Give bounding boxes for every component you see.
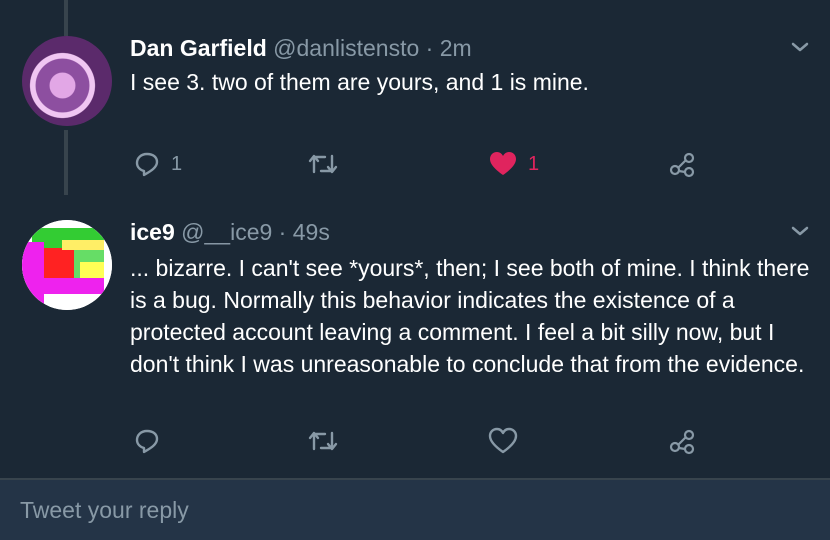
thread-line-top bbox=[64, 0, 68, 36]
like-button[interactable] bbox=[488, 423, 528, 459]
chevron-down-icon[interactable] bbox=[790, 40, 810, 54]
reply-icon bbox=[133, 150, 161, 178]
avatar[interactable] bbox=[22, 36, 112, 126]
author-name[interactable]: ice9 bbox=[130, 219, 175, 245]
like-icon bbox=[488, 150, 518, 178]
like-button[interactable]: 1 bbox=[488, 146, 539, 182]
tweet-text: I see 3. two of them are yours, and 1 is… bbox=[130, 69, 589, 95]
reply-bar bbox=[0, 480, 830, 540]
like-count: 1 bbox=[528, 152, 540, 175]
tweet-header: Dan Garfield @danlistensto · 2m bbox=[130, 34, 472, 62]
share-button[interactable] bbox=[668, 146, 696, 182]
share-icon bbox=[668, 427, 696, 455]
reply-button[interactable] bbox=[133, 423, 171, 459]
retweet-icon bbox=[307, 150, 339, 178]
action-bar: 1 1 bbox=[0, 146, 830, 182]
author-handle[interactable]: @danlistensto bbox=[273, 35, 419, 61]
retweet-button[interactable] bbox=[307, 146, 349, 182]
share-icon bbox=[668, 150, 696, 178]
reply-input[interactable] bbox=[20, 480, 800, 540]
reply-count: 1 bbox=[171, 152, 183, 175]
author-handle[interactable]: @__ice9 bbox=[181, 219, 272, 245]
retweet-icon bbox=[307, 427, 339, 455]
retweet-button[interactable] bbox=[307, 423, 349, 459]
share-button[interactable] bbox=[668, 423, 696, 459]
separator: · bbox=[278, 219, 287, 245]
timestamp[interactable]: 49s bbox=[293, 219, 330, 245]
chevron-down-icon[interactable] bbox=[790, 224, 810, 238]
timestamp[interactable]: 2m bbox=[440, 35, 472, 61]
reply-icon bbox=[133, 427, 161, 455]
like-icon bbox=[488, 427, 518, 455]
avatar[interactable] bbox=[22, 220, 112, 310]
author-name[interactable]: Dan Garfield bbox=[130, 35, 267, 61]
tweet-text: ... bizarre. I can't see *yours*, then; … bbox=[130, 255, 810, 377]
separator: · bbox=[425, 35, 434, 61]
tweet-header: ice9 @__ice9 · 49s bbox=[130, 218, 330, 246]
reply-button[interactable]: 1 bbox=[133, 146, 182, 182]
action-bar bbox=[0, 423, 830, 459]
